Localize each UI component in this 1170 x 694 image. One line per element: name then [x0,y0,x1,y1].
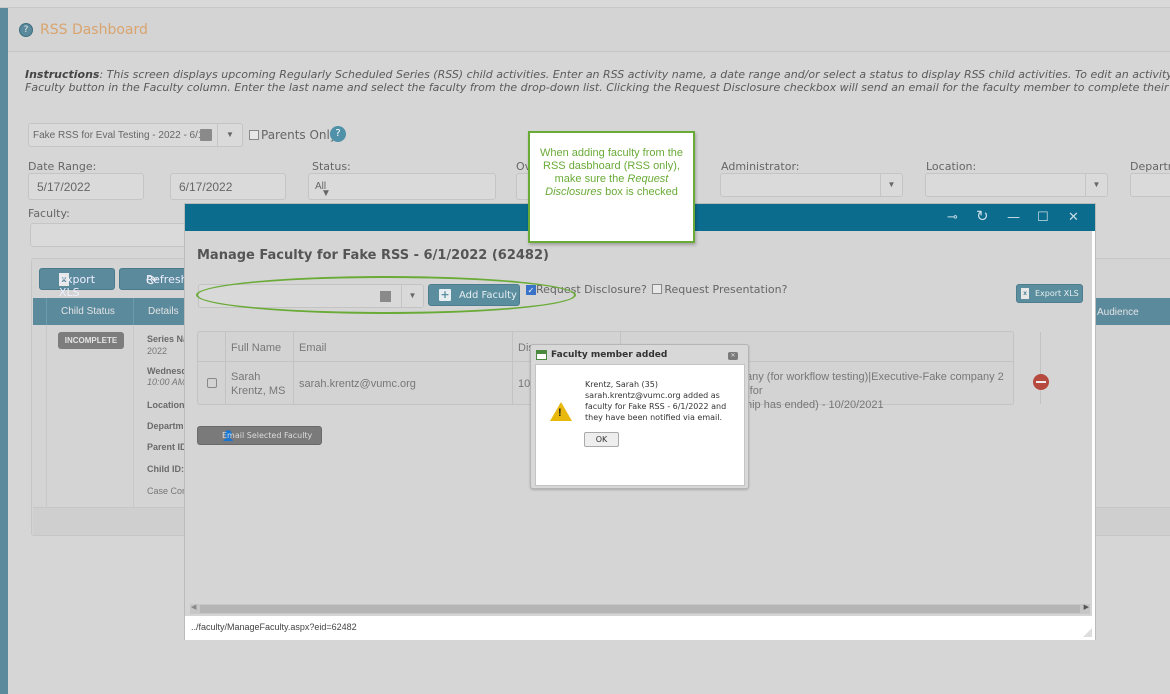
department-label: Departm [1130,160,1170,173]
detail-child-id: Child ID: [147,464,184,474]
help-circle-icon[interactable]: ? [19,23,33,37]
dialog-message: Krentz, Sarah (35) sarah.krentz@vumc.org… [585,380,727,422]
faculty-added-dialog: Faculty member added ✕ ! Krentz, Sarah (… [530,344,749,489]
department-select[interactable] [1130,173,1170,197]
refresh-button[interactable]: ⟳ Refresh [119,268,189,290]
modal-title: Manage Faculty for Fake RSS - 6/1/2022 (… [197,248,549,263]
detail-time: 10:00 AM [147,377,186,387]
close-icon[interactable]: ✕ [728,352,738,360]
location-label: Location: [926,160,977,173]
rss-activity-value: Fake RSS for Eval Testing - 2022 - 6/1 [33,130,204,141]
export-xls-button[interactable]: x Export XLS [39,268,115,299]
request-presentation-label: Request Presentation? [664,283,788,296]
date-range-label: Date Range: [28,160,97,173]
rss-activity-combobox[interactable]: Fake RSS for Eval Testing - 2022 - 6/1 ▼ [28,123,243,147]
page-header: ? RSS Dashboard [8,8,1170,52]
excel-icon: x [1021,288,1029,299]
close-icon[interactable]: ✕ [1068,210,1079,225]
pin-icon[interactable]: ⊸ [947,210,958,225]
chevron-down-icon: ▼ [880,174,902,196]
refresh-label: Refresh [146,273,188,286]
email-selected-label: Email Selected Faculty [222,431,313,440]
warning-mark: ! [558,407,562,419]
faculty-input[interactable] [30,223,190,247]
add-faculty-label: Add Faculty [459,290,517,301]
instructions-line-1: : This screen displays upcoming Regularl… [99,68,1170,81]
status-select[interactable]: All ▼ [308,173,496,200]
location-select[interactable]: ▼ [925,173,1108,197]
column-email[interactable]: Email [293,332,327,361]
administrator-label: Administrator: [721,160,800,173]
detail-parent-id: Parent ID [147,442,187,452]
detail-department: Departm [147,421,184,431]
chevron-down-icon[interactable]: ▼ [217,124,242,146]
page-title: RSS Dashboard [40,22,148,38]
scroll-right-icon[interactable]: ▶ [1084,603,1089,611]
chevron-down-icon[interactable]: ▼ [401,285,423,307]
checkbox-box[interactable] [249,130,259,140]
modal-edge [1092,231,1095,616]
administrator-select[interactable]: ▼ [720,173,903,197]
email-selected-faculty-button[interactable]: 👤 Email Selected Faculty [197,426,322,445]
table-divider [1040,332,1041,404]
row-select-checkbox[interactable] [207,378,217,388]
instructions-line-2: Faculty button in the Faculty column. En… [25,81,1170,94]
detail-day: Wednesd [147,366,187,376]
column-child-status[interactable]: Child Status [46,298,146,325]
plus-icon: + [439,288,451,301]
column-full-name[interactable]: Full Name [225,332,281,361]
faculty-label: Faculty: [28,207,70,220]
remove-faculty-icon[interactable] [1033,374,1049,390]
calendar-icon [380,291,391,302]
request-options: ✓ Request Disclosure? Request Presentatio… [526,283,787,296]
detail-location: Location [147,400,185,410]
maximize-icon[interactable]: ☐ [1037,210,1049,225]
parents-only-label: Parents Only [261,128,337,142]
add-faculty-button[interactable]: + Add Faculty [428,284,520,306]
modal-export-xls-button[interactable]: x Export XLS [1016,284,1083,303]
window-icon [536,350,547,360]
minimize-icon[interactable]: — [1007,210,1020,225]
status-label: Status: [312,160,351,173]
detail-series-name: Series Na [147,334,189,344]
request-presentation-checkbox[interactable] [652,284,663,294]
faculty-search-combobox[interactable]: ▼ [198,284,424,308]
annotation-callout: When adding faculty from the RSS dasbhoa… [528,131,695,243]
request-disclosure-checkbox[interactable]: ✓ [526,285,536,295]
date-to-value: 6/17/2022 [179,180,233,194]
faculty-email: sarah.krentz@vumc.org [299,378,416,390]
export-xls-label: Export XLS [59,273,96,299]
resize-grip-icon[interactable] [1083,628,1092,637]
modal-status-bar: ../faculty/ManageFaculty.aspx?eid=62482 [185,616,1095,640]
status-url: ../faculty/ManageFaculty.aspx?eid=62482 [191,622,357,632]
instructions: Instructions: This screen displays upcom… [25,68,1170,94]
date-to-input[interactable]: 6/17/2022 [170,173,286,200]
faculty-full-name[interactable]: Sarah Krentz, MS [231,370,285,398]
status-badge: INCOMPLETE [58,332,124,349]
column-audience[interactable]: Audience [1097,307,1139,318]
help-icon[interactable]: ? [330,126,346,142]
top-bar [0,0,1170,8]
dialog-title: Faculty member added [551,350,668,360]
detail-case-coordinator: Case Cor [147,486,186,496]
calendar-icon [200,129,212,141]
scrollbar-thumb[interactable] [200,605,1080,613]
chevron-down-icon: ▼ [321,188,331,199]
scroll-left-icon[interactable]: ◀ [191,603,196,611]
modal-export-label: Export XLS [1035,289,1079,298]
chevron-down-icon: ▼ [1085,174,1107,196]
ok-button[interactable]: OK [584,432,619,447]
date-from-input[interactable]: 5/17/2022 [28,173,144,200]
horizontal-scrollbar[interactable]: ◀ ▶ [190,604,1090,614]
instructions-label: Instructions [25,68,100,81]
detail-series-year: 2022 [147,346,168,356]
left-nav-strip [0,8,8,694]
refresh-icon[interactable]: ↻ [976,207,989,225]
parents-only-checkbox[interactable]: Parents Only [249,128,337,142]
request-disclosure-label: Request Disclosure? [536,283,647,296]
date-from-value: 5/17/2022 [37,180,91,194]
faculty-disclosure-details: any (for workflow testing)|Executive-Fak… [746,371,1004,411]
dialog-body: ! Krentz, Sarah (35) sarah.krentz@vumc.o… [535,364,745,486]
